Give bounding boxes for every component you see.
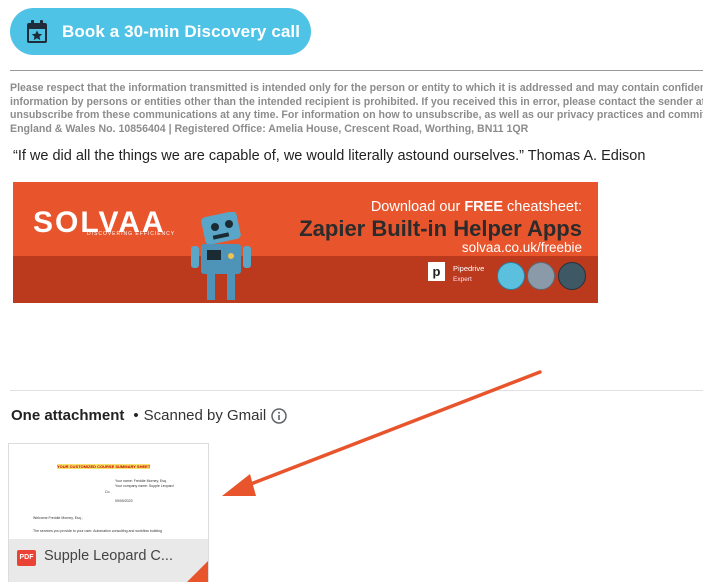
info-icon[interactable] xyxy=(271,407,287,424)
preview-company-line: Your company name: Supple Leopard xyxy=(115,484,174,488)
download-free: FREE xyxy=(464,199,503,215)
banner-download-line: Download our FREE cheatsheet: xyxy=(371,199,582,215)
disclaimer-line: information by persons or entities other… xyxy=(10,95,703,108)
pipedrive-logo: p xyxy=(428,262,445,281)
partner-badge-2 xyxy=(527,262,555,290)
disclaimer-line: unsubscribe from these communications at… xyxy=(10,109,703,122)
partner-badge-3 xyxy=(558,262,586,290)
signature-divider xyxy=(10,70,703,71)
disclaimer-line: England & Wales No. 10856404 | Registere… xyxy=(10,122,529,135)
pipedrive-name: Pipedrive xyxy=(453,264,485,273)
pdf-file-icon: PDF xyxy=(17,550,36,566)
scanned-by-gmail-label: Scanned by Gmail xyxy=(143,407,267,424)
partner-badge-1 xyxy=(497,262,525,290)
attachment-separator xyxy=(10,390,703,391)
preview-co: Co. xyxy=(105,490,111,494)
attachments-header: One attachment • Scanned by Gmail xyxy=(11,407,287,424)
solvaa-promo-banner[interactable]: SOLVAA DISCOVERING EFFICIENCY Download o… xyxy=(13,182,598,303)
preview-service-line: The services you provide to your user: A… xyxy=(33,529,162,533)
bullet-separator: • xyxy=(133,407,139,424)
disclaimer-line: Please respect that the information tran… xyxy=(10,82,703,94)
calendar-star-icon xyxy=(27,19,47,43)
pdf-preview-thumbnail: YOUR CUSTOMIZED COURSE SUMMARY SHEET You… xyxy=(9,444,208,539)
attachment-card[interactable]: YOUR CUSTOMIZED COURSE SUMMARY SHEET You… xyxy=(8,443,209,582)
preview-heading: YOUR CUSTOMIZED COURSE SUMMARY SHEET xyxy=(57,464,151,469)
preview-welcome: Welcome Freddie Morney, Esq., xyxy=(33,516,83,520)
book-discovery-call-label: Book a 30-min Discovery call xyxy=(62,21,301,41)
preview-owner-line: Your name: Freddie Morney, Esq. xyxy=(115,479,167,483)
download-suffix: cheatsheet: xyxy=(503,199,582,215)
signature-quote: “If we did all the things we are capable… xyxy=(13,148,646,164)
confidentiality-disclaimer: Please respect that the information tran… xyxy=(10,82,703,136)
attachments-title: One attachment xyxy=(11,407,125,424)
attachment-footer[interactable]: PDF Supple Leopard C... xyxy=(9,539,208,582)
attachment-file-name[interactable]: Supple Leopard C... xyxy=(44,548,173,564)
download-prefix: Download our xyxy=(370,199,465,215)
banner-title: Zapier Built-in Helper Apps xyxy=(299,216,582,241)
robot-illustration xyxy=(191,212,251,300)
banner-url: solvaa.co.uk/freebie xyxy=(461,240,582,255)
preview-date: 09/09/2023 xyxy=(115,499,133,503)
solvaa-tagline: DISCOVERING EFFICIENCY xyxy=(87,231,176,237)
file-corner-fold-icon xyxy=(186,561,208,582)
book-discovery-call-button[interactable]: Book a 30-min Discovery call xyxy=(10,8,311,55)
pipedrive-sub: Expert xyxy=(453,276,472,283)
